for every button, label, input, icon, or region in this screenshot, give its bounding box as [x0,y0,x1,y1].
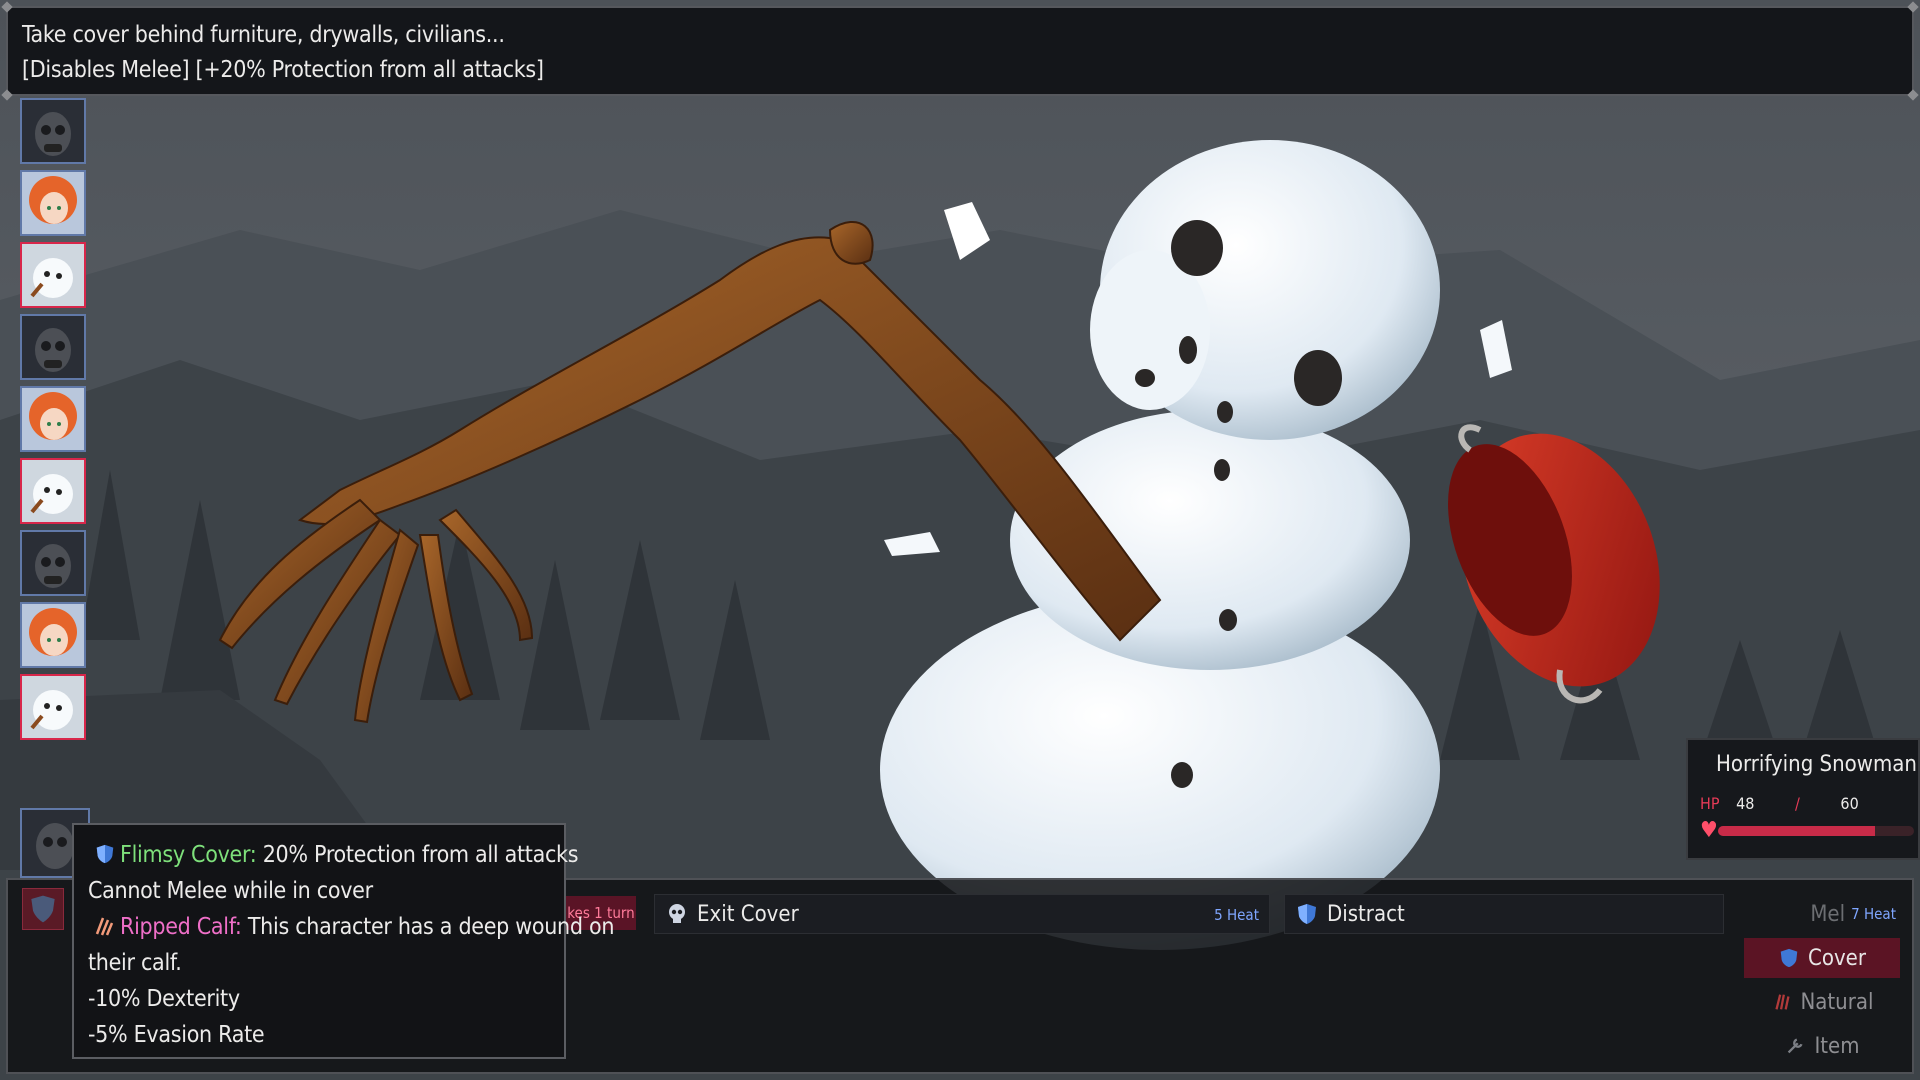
hp-max: 60 [1840,794,1859,813]
heart-icon: ♥ [1700,818,1718,843]
ripped-calf-desc-cont: their calf. [88,950,182,976]
tooltip-description: Take cover behind furniture, drywalls, c… [22,22,505,48]
melee-button-disabled[interactable]: Mel 7 Heat [1738,894,1904,934]
skull-icon [669,904,685,923]
melee-cost: 7 Heat [1851,905,1896,923]
enemy-status-panel[interactable]: Horrifying Snowman HP 48 / 60 ♥ [1686,738,1920,860]
cover-note: Cannot Melee while in cover [88,878,373,904]
hp-bar [1718,826,1914,836]
shield-icon [31,895,55,923]
shield-icon [1298,904,1316,924]
ripped-calf-title: Ripped Calf: [120,914,242,940]
claw-wound-icon [95,917,114,936]
ripped-calf-line: Ripped Calf: This character has a deep w… [88,909,614,945]
action-description-tooltip: Take cover behind furniture, drywalls, c… [1,1,1919,101]
tooltip-effects: [Disables Melee] [+20% Protection from a… [22,57,544,83]
tab-item[interactable]: Item [1744,1026,1900,1066]
ripped-calf-desc: This character has a deep wound on [241,914,615,940]
exit-cover-label: Exit Cover [697,901,799,927]
claw-icon [1774,994,1790,1010]
turn-portrait-red-haired-girl[interactable] [20,386,86,452]
stat-evasion: -5% Evasion Rate [88,1022,265,1048]
exit-cover-cost: 5 Heat [1214,906,1259,924]
turn-order-list [20,98,90,746]
enemy-name: Horrifying Snowman [1716,752,1917,777]
hp-separator: / [1794,794,1800,813]
tab-cover[interactable]: Cover [1744,938,1900,978]
flimsy-cover-desc: 20% Protection from all attacks [256,842,579,868]
turn-portrait-snowman[interactable] [20,242,86,308]
turn-portrait-masked-soldier[interactable] [20,530,86,596]
turn-portrait-masked-soldier[interactable] [20,314,86,380]
hp-label: HP [1700,794,1720,813]
flimsy-cover-line: Flimsy Cover: 20% Protection from all at… [88,837,579,873]
melee-label: Mel [1810,901,1846,927]
tab-natural-label: Natural [1800,989,1874,1015]
stat-dexterity: -10% Dexterity [88,986,240,1012]
exit-cover-button[interactable]: Exit Cover 5 Heat [654,894,1270,934]
turn-portrait-red-haired-girl[interactable] [20,602,86,668]
distract-label: Distract [1327,901,1405,927]
hp-current: 48 [1736,794,1755,813]
turn-portrait-masked-soldier[interactable] [20,98,86,164]
enemy-hp-readout: HP 48 / 60 [1700,794,1859,813]
turn-portrait-red-haired-girl[interactable] [20,170,86,236]
hp-bar-fill [1718,826,1875,836]
flimsy-cover-title: Flimsy Cover: [120,842,257,868]
wrench-icon [1788,1038,1803,1054]
tab-item-label: Item [1814,1033,1860,1059]
status-effects-tooltip: Flimsy Cover: 20% Protection from all at… [72,823,614,1059]
cover-status-chip[interactable] [22,888,64,930]
tab-cover-label: Cover [1808,945,1866,971]
tab-natural[interactable]: Natural [1744,982,1900,1022]
turn-portrait-snowman[interactable] [20,458,86,524]
shield-icon [1780,948,1798,968]
distract-button[interactable]: Distract [1284,894,1724,934]
turn-portrait-snowman[interactable] [20,674,86,740]
shield-icon [96,844,114,864]
